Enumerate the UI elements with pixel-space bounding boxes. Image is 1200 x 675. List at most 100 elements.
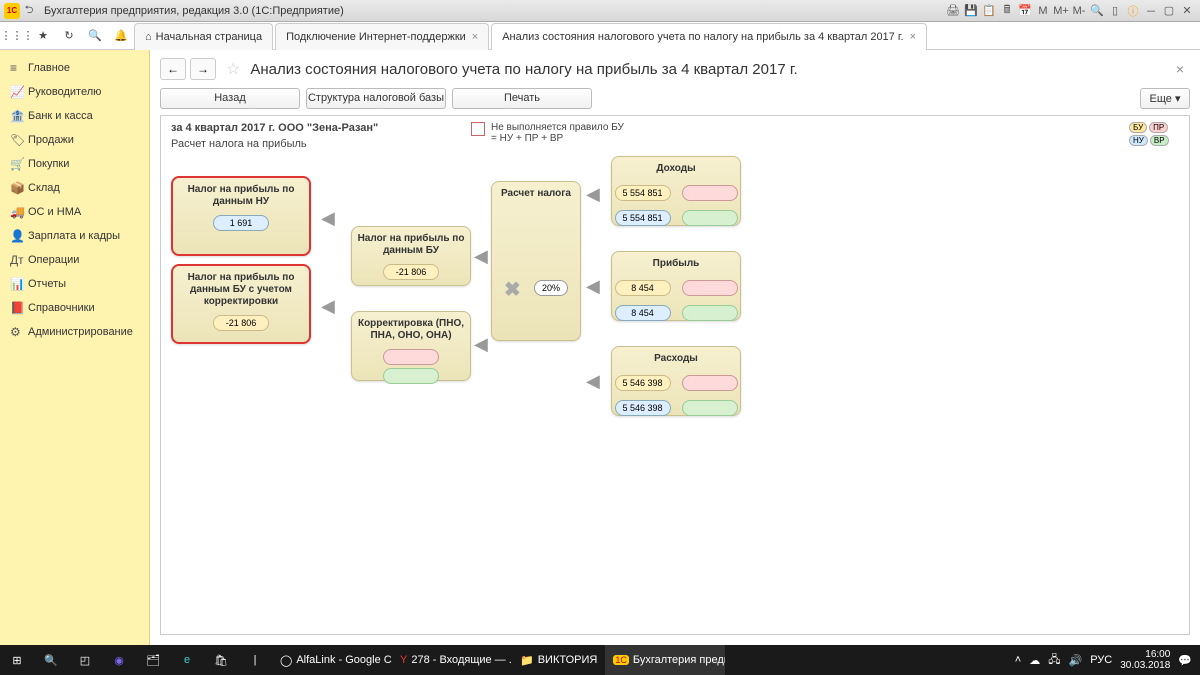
- legend-badges: БУ ПР НУ ВР: [1129, 122, 1179, 146]
- value-pill-empty: [682, 210, 738, 226]
- close-icon[interactable]: ✕: [1178, 3, 1196, 19]
- tax-structure-button[interactable]: Структура налоговой базы: [306, 88, 446, 109]
- value-pill: -21 806: [383, 264, 439, 280]
- value-pill-empty: [682, 280, 738, 296]
- sidebar-item-admin[interactable]: ⚙Администрирование: [0, 320, 149, 344]
- maximize-icon[interactable]: ▢: [1160, 3, 1178, 19]
- tray-up-icon[interactable]: ˄: [1015, 654, 1021, 666]
- arrow-icon: ◀: [321, 296, 335, 317]
- block-profit[interactable]: Прибыль 8 454 8 454: [611, 251, 741, 321]
- sidebar-label: Банк и касса: [28, 110, 93, 122]
- back-icon[interactable]: ⮌: [20, 3, 38, 19]
- lang-indicator[interactable]: РУС: [1090, 654, 1112, 666]
- browser-icon[interactable]: ◉: [102, 645, 136, 675]
- tab-home[interactable]: ⌂Начальная страница: [134, 23, 273, 50]
- task-1c[interactable]: 1CБухгалтерия предп...: [605, 645, 725, 675]
- system-tray: ˄ ☁ 🖧 🔊 РУС 16:00 30.03.2018 💬: [1007, 649, 1200, 671]
- task-chrome[interactable]: ◯AlfaLink - Google C...: [272, 645, 392, 675]
- info-icon[interactable]: ⓘ: [1124, 3, 1142, 19]
- tab-internet-support[interactable]: Подключение Интернет-поддержки×: [275, 23, 489, 50]
- search-icon[interactable]: 🔍: [1088, 3, 1106, 19]
- sidebar: ≡Главное 📈Руководителю 🏦Банк и касса 🏷Пр…: [0, 50, 150, 645]
- onec-icon: 1C: [613, 655, 629, 665]
- network-icon[interactable]: 🖧: [1048, 651, 1060, 670]
- block-tax-bu-corr[interactable]: Налог на прибыль по данным БУ с учетом к…: [171, 264, 311, 344]
- history-icon[interactable]: ↻: [56, 22, 82, 49]
- apps-icon[interactable]: ⋮⋮⋮: [4, 22, 30, 49]
- block-tax-bu[interactable]: Налог на прибыль по данным БУ -21 806: [351, 226, 471, 286]
- notifications-icon[interactable]: 💬: [1178, 654, 1192, 667]
- block-tax-nu[interactable]: Налог на прибыль по данным НУ 1 691: [171, 176, 311, 256]
- person-icon: 👤: [10, 229, 28, 243]
- action-bar: Назад Структура налоговой базы Печать Ещ…: [150, 88, 1200, 115]
- sidebar-label: Главное: [28, 62, 70, 74]
- nav-forward-button[interactable]: →: [190, 58, 216, 80]
- search-nav-icon[interactable]: 🔍: [82, 22, 108, 49]
- block-correction[interactable]: Корректировка (ПНО, ПНА, ОНО, ОНА): [351, 311, 471, 381]
- sidebar-label: Руководителю: [28, 86, 101, 98]
- sidebar-item-reports[interactable]: 📊Отчеты: [0, 272, 149, 296]
- task-label: AlfaLink - Google C...: [296, 654, 392, 666]
- page-close-icon[interactable]: ×: [1170, 61, 1190, 77]
- multiply-icon: ✖: [504, 277, 521, 302]
- clock[interactable]: 16:00 30.03.2018: [1120, 649, 1170, 671]
- task-folder[interactable]: 📁ВИКТОРИЯ: [512, 645, 605, 675]
- nav-back-button[interactable]: ←: [160, 58, 186, 80]
- sidebar-item-payroll[interactable]: 👤Зарплата и кадры: [0, 224, 149, 248]
- page-header: ← → ☆ Анализ состояния налогового учета …: [150, 50, 1200, 88]
- start-button[interactable]: ⊞: [0, 645, 34, 675]
- app-frame: ⋮⋮⋮ ★ ↻ 🔍 🔔 ⌂Начальная страница Подключе…: [0, 22, 1200, 645]
- sidebar-item-directories[interactable]: 📕Справочники: [0, 296, 149, 320]
- sidebar-item-operations[interactable]: ДтОперации: [0, 248, 149, 272]
- block-expenses[interactable]: Расходы 5 546 398 5 546 398: [611, 346, 741, 416]
- edge-icon[interactable]: e: [170, 645, 204, 675]
- tab-close-icon[interactable]: ×: [472, 31, 478, 43]
- sidebar-label: Склад: [28, 182, 60, 194]
- onedrive-icon[interactable]: ☁: [1029, 654, 1040, 667]
- panel-icon[interactable]: ▯: [1106, 3, 1124, 19]
- sidebar-item-sales[interactable]: 🏷Продажи: [0, 128, 149, 152]
- legend-rule: Не выполняется правило БУ = НУ + ПР + ВР: [471, 122, 631, 144]
- bell-icon[interactable]: 🔔: [108, 22, 134, 49]
- tab-tax-label: Анализ состояния налогового учета по нал…: [502, 31, 903, 43]
- task-label: ВИКТОРИЯ: [538, 654, 598, 666]
- block-tax-calc[interactable]: Расчет налога ✖ 20%: [491, 181, 581, 341]
- tab-close-icon[interactable]: ×: [910, 31, 916, 43]
- print-icon[interactable]: 🖨: [944, 3, 962, 19]
- sidebar-item-manager[interactable]: 📈Руководителю: [0, 80, 149, 104]
- print-button[interactable]: Печать: [452, 88, 592, 109]
- sidebar-item-warehouse[interactable]: 📦Склад: [0, 176, 149, 200]
- volume-icon[interactable]: 🔊: [1069, 654, 1083, 667]
- sidebar-item-bank[interactable]: 🏦Банк и касса: [0, 104, 149, 128]
- tab-tax-analysis[interactable]: Анализ состояния налогового учета по нал…: [491, 23, 927, 50]
- sidebar-item-purchases[interactable]: 🛒Покупки: [0, 152, 149, 176]
- block-title: Расходы: [612, 347, 740, 369]
- favorite-star-icon[interactable]: ☆: [226, 59, 240, 79]
- badge-bu: БУ: [1129, 122, 1147, 133]
- content-area: ← → ☆ Анализ состояния налогового учета …: [150, 50, 1200, 645]
- taskview-icon[interactable]: ◰: [68, 645, 102, 675]
- legend-text: Не выполняется правило БУ = НУ + ПР + ВР: [491, 122, 631, 144]
- clipboard-icon[interactable]: 📋: [980, 3, 998, 19]
- block-income[interactable]: Доходы 5 554 851 5 554 851: [611, 156, 741, 226]
- more-button[interactable]: Еще ▾: [1140, 88, 1190, 109]
- arrow-icon: ◀: [586, 371, 600, 392]
- save-icon[interactable]: 💾: [962, 3, 980, 19]
- block-title: Доходы: [612, 157, 740, 179]
- store-icon[interactable]: 🛍: [204, 645, 238, 675]
- task-label: 278 - Входящие — ...: [411, 654, 512, 666]
- minimize-icon[interactable]: －: [1142, 3, 1160, 19]
- value-pill-empty: [682, 305, 738, 321]
- explorer-icon[interactable]: 🗂: [136, 645, 170, 675]
- back-button[interactable]: Назад: [160, 88, 300, 109]
- arrow-icon: ◀: [474, 246, 488, 267]
- sidebar-item-main[interactable]: ≡Главное: [0, 56, 149, 80]
- calendar-icon[interactable]: 📅: [1016, 3, 1034, 19]
- search-taskbar-icon[interactable]: 🔍: [34, 645, 68, 675]
- calc-icon[interactable]: 🖩: [998, 3, 1016, 19]
- bank-icon: 🏦: [10, 109, 28, 123]
- favorite-icon[interactable]: ★: [30, 22, 56, 49]
- task-yandex[interactable]: Y278 - Входящие — ...: [392, 645, 512, 675]
- block-title: Налог на прибыль по данным БУ: [352, 227, 470, 261]
- sidebar-item-assets[interactable]: 🚚ОС и НМА: [0, 200, 149, 224]
